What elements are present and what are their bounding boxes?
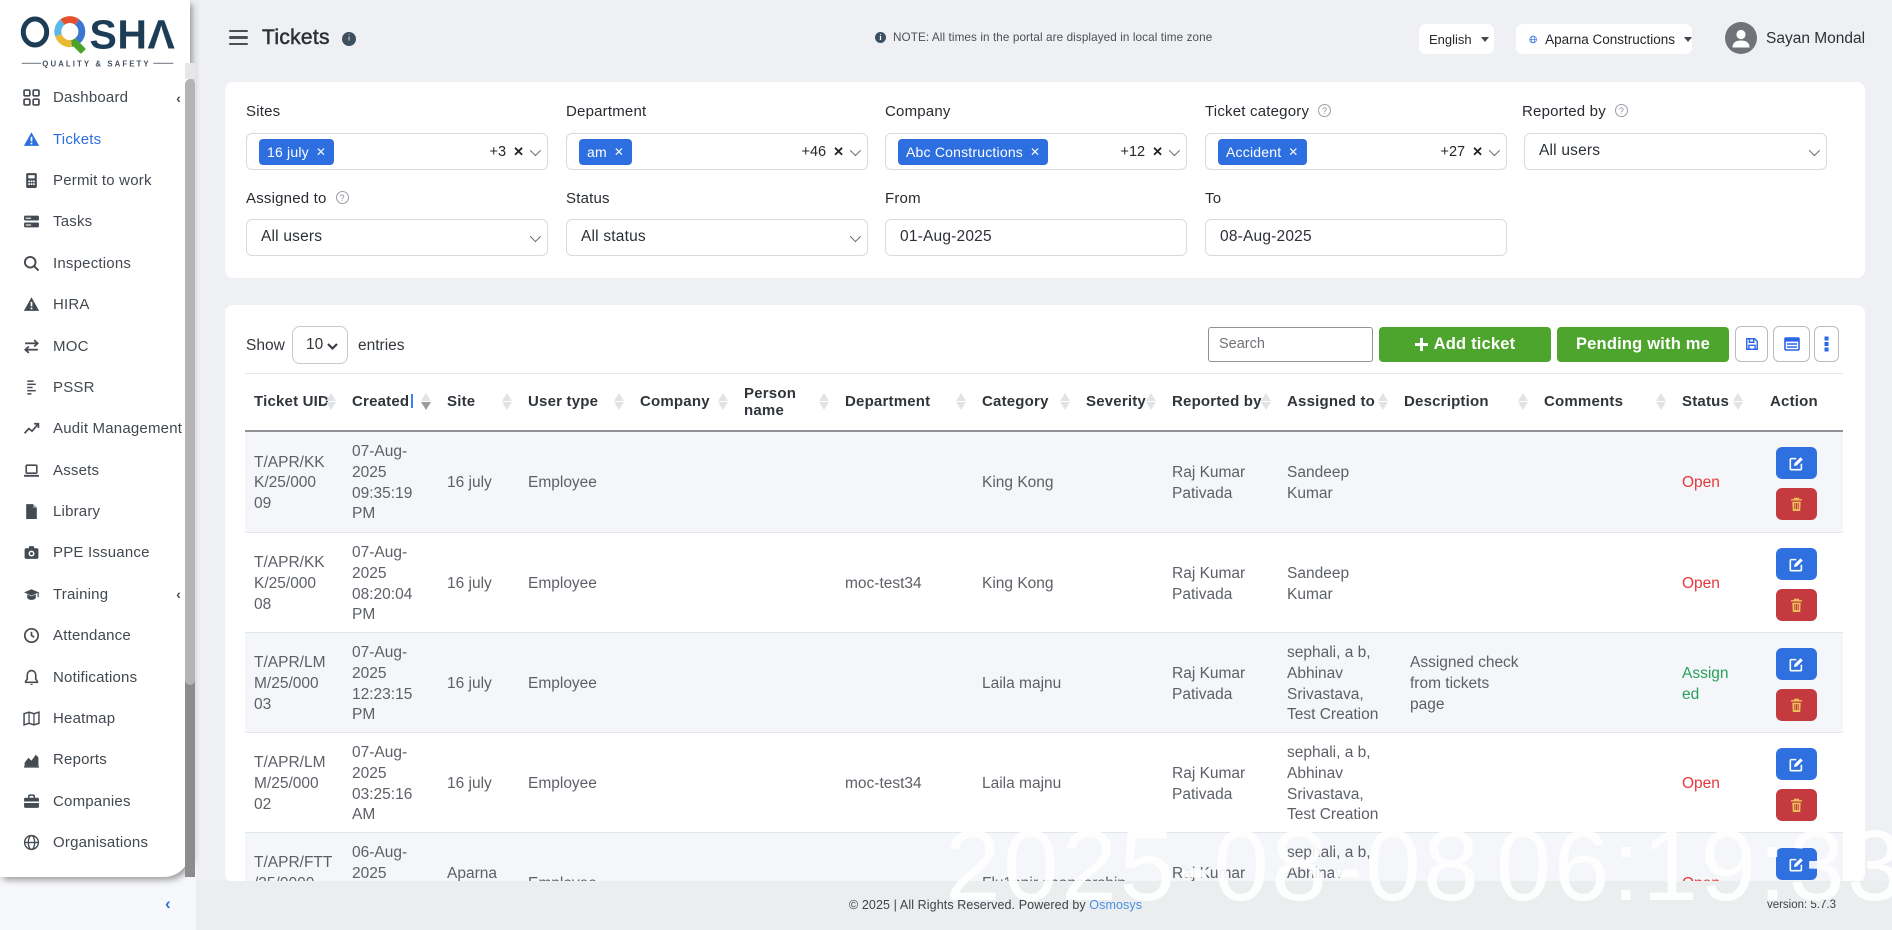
svg-text:SHΛ: SHΛ <box>90 12 176 58</box>
svg-text:QUALITY & SAFETY: QUALITY & SAFETY <box>42 60 150 69</box>
